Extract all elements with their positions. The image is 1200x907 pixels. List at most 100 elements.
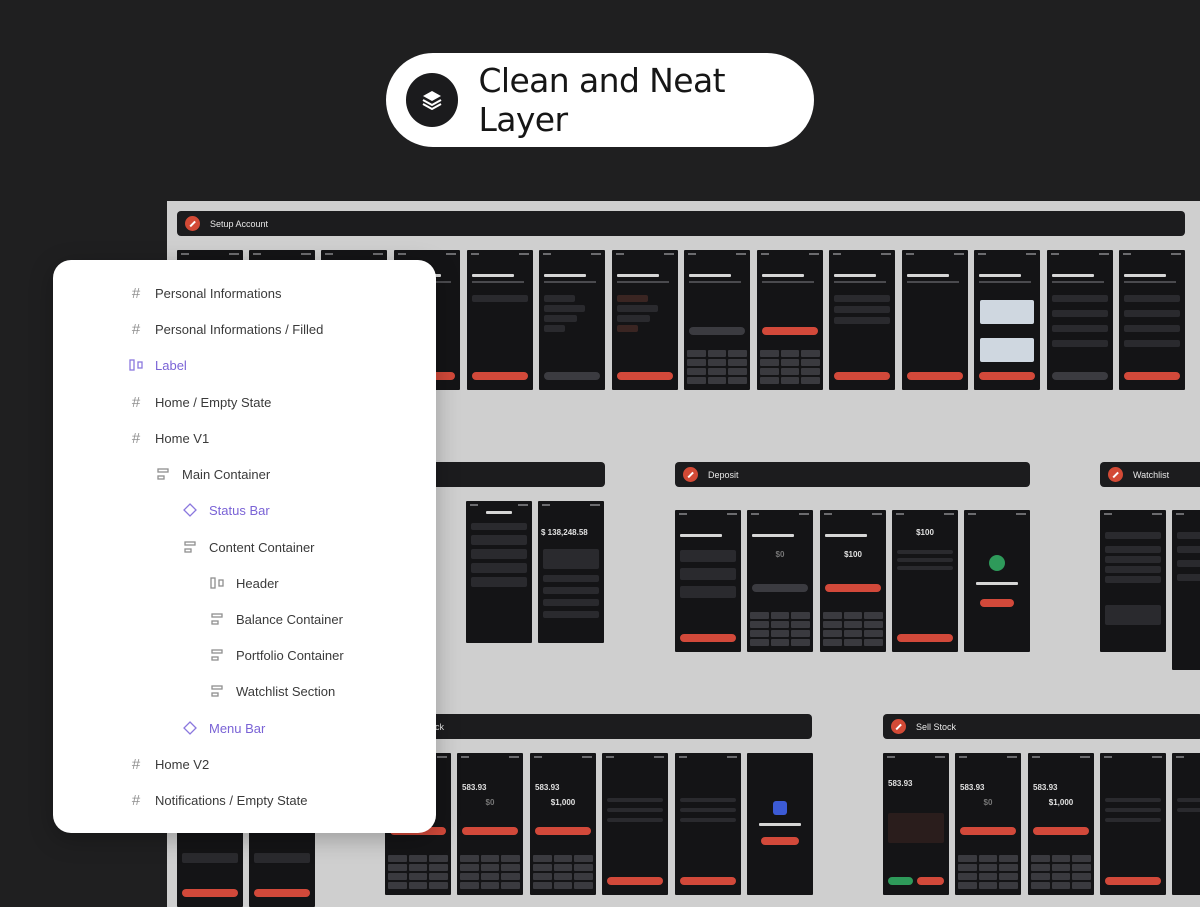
meta-logo-icon [773,801,787,815]
screen-select-country[interactable] [467,250,533,390]
rocket-icon [1108,467,1123,482]
layer-label: Status Bar [209,502,270,518]
screen-confirm-deposit[interactable]: $100 [892,510,958,652]
layer-main-container[interactable]: Main Container [155,464,270,484]
layer-label: Home V2 [155,756,210,772]
screen-complete-profile[interactable] [1047,250,1113,390]
layer-status-bar[interactable]: Status Bar [182,500,270,520]
screen-financial-goal[interactable] [539,250,605,390]
layer-label: Content Container [209,539,315,555]
layer-content-container[interactable]: Content Container [182,537,315,557]
screen-complete-profile-filled[interactable] [1119,250,1185,390]
sell-amount: $1,000 [1048,798,1074,807]
auto-layout-icon [182,539,198,555]
section-bar-buy-stock[interactable]: ck [417,714,812,739]
layer-home-v2[interactable]: # Home V2 [128,754,209,774]
screen-add-watchlist[interactable] [1100,510,1166,652]
auto-layout-icon [209,611,225,627]
buy-amount: $0 [485,798,495,807]
section-label: ck [435,721,444,732]
layer-personal-informations[interactable]: # Personal Informations [128,283,282,303]
rocket-icon [891,719,906,734]
deposit-amount: $0 [775,550,785,559]
screen-create-pin[interactable] [684,250,750,390]
deposit-amount: $100 [844,550,862,559]
section-bar-watchlist[interactable]: Watchlist [1100,462,1200,487]
layer-portfolio-container[interactable]: Portfolio Container [209,645,344,665]
screen-review-order-2[interactable] [675,753,741,895]
screen-review-sell-2[interactable] [1172,753,1200,895]
frame-hash-icon: # [131,284,141,302]
layer-label-component[interactable]: Label [128,355,187,375]
layer-personal-informations-filled[interactable]: # Personal Informations / Filled [128,319,324,339]
layer-balance-container[interactable]: Balance Container [209,609,343,629]
layer-home-v1[interactable]: # Home V1 [128,428,209,448]
buy-amount: $1,000 [550,798,576,807]
hero-title: Clean and Neat Layer [478,61,725,139]
layer-label: Label [155,357,187,373]
stock-price: 583.93 [462,783,487,792]
screen-sell-empty[interactable]: 583.93 $0 [955,753,1021,895]
component-instance-icon [128,357,144,373]
screen-create-pin-filled[interactable] [757,250,823,390]
component-instance-icon [209,575,225,591]
screen-enter-deposit[interactable]: $100 [820,510,886,652]
stock-price: 583.93 [1033,783,1058,792]
layers-icon [406,73,459,127]
layer-label: Main Container [182,466,271,482]
screen-review-order[interactable] [602,753,668,895]
balance-amount: $ 138,248.58 [541,528,588,537]
frame-hash-icon: # [131,320,141,338]
screen-home-v1[interactable]: $ 138,248.58 [538,501,604,643]
layer-label: Balance Container [236,611,343,627]
frame-hash-icon: # [131,429,141,447]
section-label: Watchlist [1133,469,1170,480]
screen-upload-identity[interactable] [902,250,968,390]
component-diamond-icon [182,720,198,736]
layer-label: Home V1 [155,430,210,446]
screen-purchase-success[interactable] [747,753,813,895]
screen-buy-amount-empty[interactable]: 583.93 $0 [457,753,523,895]
screen-watchlist[interactable] [1172,510,1200,670]
screen-deposit-success[interactable] [964,510,1030,652]
layer-label: Watchlist Section [236,683,336,699]
frame-hash-icon: # [131,791,141,809]
section-bar-setup-account[interactable]: Setup Account [177,211,1185,236]
section-label: Sell Stock [916,721,957,732]
deposit-amount: $100 [916,528,934,537]
check-icon [989,555,1005,571]
section-bar-home[interactable] [417,462,605,487]
layer-watchlist-section[interactable]: Watchlist Section [209,681,335,701]
frame-hash-icon: # [131,393,141,411]
layer-menu-bar[interactable]: Menu Bar [182,718,265,738]
layer-label: Notifications / Empty State [155,792,308,808]
section-bar-sell-stock[interactable]: Sell Stock [883,714,1200,739]
auto-layout-icon [209,647,225,663]
screen-verify-identity[interactable] [829,250,895,390]
layer-label: Personal Informations [155,285,282,301]
rocket-icon [683,467,698,482]
screen-deposit-method[interactable] [675,510,741,652]
stock-price: 583.93 [535,783,560,792]
stock-price: 583.93 [888,779,913,788]
layer-label: Menu Bar [209,720,266,736]
screen-enter-deposit-empty[interactable]: $0 [747,510,813,652]
section-label: Setup Account [210,218,269,229]
screen-financial-goal-selected[interactable] [612,250,678,390]
auto-layout-icon [155,466,171,482]
screen-sell-amount[interactable]: 583.93 $1,000 [1028,753,1094,895]
screen-notifications[interactable] [466,501,532,643]
screen-upload-identity-filled[interactable] [974,250,1040,390]
rocket-icon [185,216,200,231]
section-bar-deposit[interactable]: Deposit [675,462,1030,487]
screen-stock-chart[interactable]: 583.93 [883,753,949,895]
screen-buy-amount[interactable]: 583.93 $1,000 [530,753,596,895]
layer-header[interactable]: Header [209,573,279,593]
section-label: Deposit [708,469,739,480]
screen-review-sell[interactable] [1100,753,1166,895]
layer-home-empty-state[interactable]: # Home / Empty State [128,392,272,412]
layer-label: Home / Empty State [155,394,272,410]
auto-layout-icon [209,683,225,699]
frame-hash-icon: # [131,755,141,773]
layer-notifications-empty-state[interactable]: # Notifications / Empty State [128,790,308,810]
